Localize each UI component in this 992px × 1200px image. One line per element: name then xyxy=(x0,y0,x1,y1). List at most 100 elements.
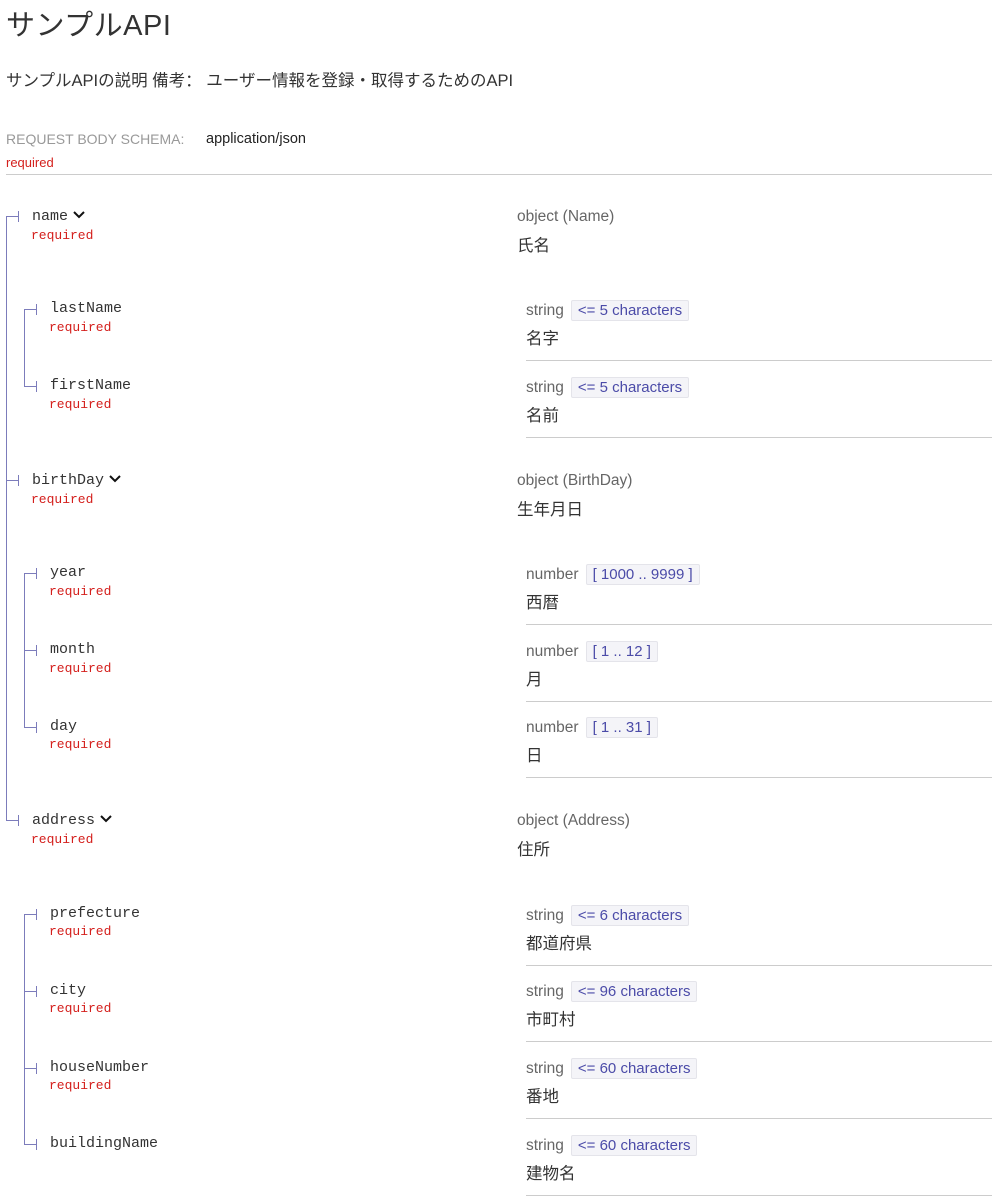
property-label: houseNumber xyxy=(50,1059,150,1076)
tree-line xyxy=(24,914,36,915)
required-label: required xyxy=(31,228,94,243)
property-label: month xyxy=(50,641,96,658)
tree-line xyxy=(36,645,37,656)
constraint-badge: <= 60 characters xyxy=(570,1135,698,1156)
type-label: string xyxy=(526,1137,564,1154)
divider xyxy=(526,437,992,438)
type-line: number [ 1000 .. 9999 ] xyxy=(526,564,700,585)
property-label: birthDay xyxy=(32,472,105,489)
chevron-down-icon[interactable] xyxy=(73,207,85,224)
property-label: name xyxy=(32,208,69,225)
tree-line xyxy=(24,1068,36,1069)
constraint-badge: <= 96 characters xyxy=(570,981,698,1002)
property-city: city xyxy=(50,982,86,999)
divider xyxy=(526,1195,992,1196)
required-label: required xyxy=(31,832,94,847)
property-label: address xyxy=(32,812,96,829)
tree-line xyxy=(36,1063,37,1074)
property-label: year xyxy=(50,564,87,581)
divider xyxy=(526,1118,992,1119)
required-label: required xyxy=(49,924,112,939)
type-label: number xyxy=(526,643,579,660)
property-birthday[interactable]: birthDay xyxy=(32,471,121,489)
tree-line xyxy=(36,986,37,997)
tree-line xyxy=(18,475,19,486)
type-line: object (BirthDay) xyxy=(517,472,632,490)
property-housenumber: houseNumber xyxy=(50,1059,149,1076)
chevron-down-icon[interactable] xyxy=(109,471,121,488)
tree-line xyxy=(6,216,18,217)
request-body-schema-label: REQUEST BODY SCHEMA: xyxy=(6,131,185,147)
property-lastname: lastName xyxy=(50,300,122,317)
tree-line xyxy=(24,386,36,387)
divider xyxy=(526,701,992,702)
type-line: object (Name) xyxy=(517,208,614,226)
type-line: string <= 5 characters xyxy=(526,377,690,398)
tree-line xyxy=(18,211,19,222)
divider xyxy=(526,1041,992,1042)
property-label: buildingName xyxy=(50,1135,159,1152)
tree-line xyxy=(36,909,37,920)
tree-line xyxy=(24,650,36,651)
required-label: required xyxy=(31,492,94,507)
type-label: object (Address) xyxy=(517,812,630,829)
property-name[interactable]: name xyxy=(32,207,85,225)
property-address[interactable]: address xyxy=(32,811,112,829)
tree-line xyxy=(18,815,19,826)
property-label: firstName xyxy=(50,377,132,394)
content-type[interactable]: application/json xyxy=(206,131,306,147)
type-line: string <= 60 characters xyxy=(526,1135,698,1156)
type-line: string <= 60 characters xyxy=(526,1058,698,1079)
type-line: string <= 96 characters xyxy=(526,981,698,1002)
field-description: 都道府県 xyxy=(526,935,592,953)
divider xyxy=(6,174,992,175)
tree-line xyxy=(6,820,18,821)
required-label: required xyxy=(49,397,112,412)
type-label: string xyxy=(526,1060,564,1077)
tree-line xyxy=(24,309,36,310)
request-body-required: required xyxy=(6,155,54,170)
field-description: 番地 xyxy=(526,1088,559,1106)
required-label: required xyxy=(49,584,112,599)
divider xyxy=(526,965,992,966)
property-year: year xyxy=(50,564,86,581)
chevron-down-icon[interactable] xyxy=(100,811,112,828)
field-description: 西暦 xyxy=(526,594,559,612)
type-line: string <= 6 characters xyxy=(526,905,690,926)
tree-line xyxy=(6,480,18,481)
property-firstname: firstName xyxy=(50,377,131,394)
tree-line xyxy=(6,216,7,266)
constraint-badge: <= 5 characters xyxy=(570,300,690,321)
constraint-badge: <= 60 characters xyxy=(570,1058,698,1079)
page-title: サンプルAPI xyxy=(6,10,172,42)
tree-line xyxy=(36,381,37,392)
tree-line xyxy=(36,1139,37,1150)
divider xyxy=(526,624,992,625)
type-label: number xyxy=(526,719,579,736)
tree-line xyxy=(36,568,37,579)
field-description: 名字 xyxy=(526,330,559,348)
constraint-badge: <= 5 characters xyxy=(570,377,690,398)
field-description: 市町村 xyxy=(526,1011,576,1029)
constraint-badge: [ 1 .. 31 ] xyxy=(585,717,658,738)
property-label: day xyxy=(50,718,78,735)
required-label: required xyxy=(49,661,112,676)
constraint-badge: <= 6 characters xyxy=(570,905,690,926)
tree-line xyxy=(24,309,25,386)
divider xyxy=(526,360,992,361)
field-description: 日 xyxy=(526,747,543,765)
api-description: サンプルAPIの説明 備考： ユーザー情報を登録・取得するためのAPI xyxy=(6,72,514,90)
type-label: number xyxy=(526,566,579,583)
field-description: 生年月日 xyxy=(517,501,583,519)
divider xyxy=(526,777,992,778)
type-line: string <= 5 characters xyxy=(526,300,690,321)
tree-line xyxy=(24,727,36,728)
required-label: required xyxy=(49,320,112,335)
type-label: string xyxy=(526,983,564,1000)
type-line: object (Address) xyxy=(517,812,630,830)
type-label: string xyxy=(526,302,564,319)
constraint-badge: [ 1000 .. 9999 ] xyxy=(585,564,700,585)
tree-line xyxy=(36,722,37,733)
required-label: required xyxy=(49,1078,112,1093)
type-line: number [ 1 .. 12 ] xyxy=(526,641,658,662)
